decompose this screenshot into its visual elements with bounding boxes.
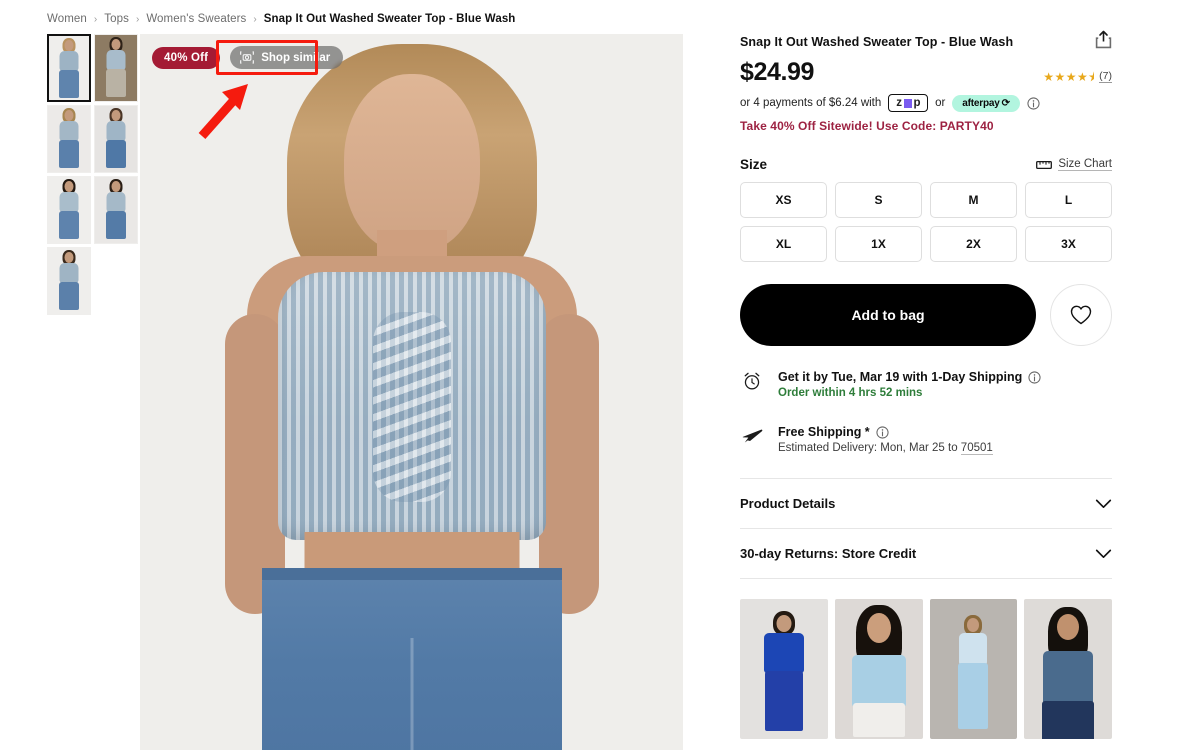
breadcrumb-item-womens-sweaters[interactable]: Women's Sweaters — [146, 13, 246, 25]
info-icon[interactable] — [876, 425, 889, 439]
ruler-icon — [1036, 160, 1053, 169]
price-row: $24.99 ★★★★⯨ (7) — [740, 58, 1112, 87]
chevron-down-icon — [1095, 549, 1112, 558]
shop-similar-overlay-button[interactable]: Shop similar — [230, 46, 344, 69]
airplane-icon — [740, 425, 764, 444]
afterpay-label: afterpay — [962, 97, 1000, 109]
accordion-label: 30-day Returns: Store Credit — [740, 546, 917, 561]
size-option-xs[interactable]: XS — [740, 182, 827, 218]
shop-similar-overlay-label: Shop similar — [261, 51, 331, 64]
payment-prefix-text: or 4 payments of $6.24 with — [740, 97, 882, 109]
shipping-item-delivery-date: Get it by Tue, Mar 19 with 1-Day Shippin… — [740, 370, 1112, 399]
annotation-arrow-icon — [198, 84, 248, 139]
add-to-bag-button[interactable]: Add to bag — [740, 284, 1036, 346]
accordion-returns[interactable]: 30-day Returns: Store Credit — [740, 528, 1112, 579]
similar-card-2[interactable] — [834, 599, 923, 739]
delivery-zip-code[interactable]: 70501 — [960, 442, 993, 455]
breadcrumb-item-women[interactable]: Women — [47, 13, 87, 25]
estimated-delivery: Estimated Delivery: Mon, Mar 25 to 70501 — [778, 442, 993, 455]
promo-message: Take 40% Off Sitewide! Use Code: PARTY40 — [740, 119, 994, 133]
zip-square-icon — [903, 98, 912, 108]
product-detail-page: Women › Tops › Women's Sweaters › Snap I… — [0, 0, 1200, 750]
estimated-delivery-text: Estimated Delivery: Mon, Mar 25 to — [778, 442, 961, 454]
size-chart-link[interactable]: Size Chart — [1036, 158, 1112, 171]
discount-badge: 40% Off — [152, 46, 221, 69]
gallery-thumbnail-1[interactable] — [47, 34, 91, 102]
accordion-list: Product Details 30-day Returns: Store Cr… — [740, 478, 1112, 579]
zip-letter-z: z — [896, 97, 902, 109]
cta-row: Add to bag — [740, 284, 1112, 346]
page-title: Snap It Out Washed Sweater Top - Blue Wa… — [740, 35, 1014, 49]
title-row: Snap It Out Washed Sweater Top - Blue Wa… — [740, 30, 1112, 54]
size-options-grid: XS S M L XL 1X 2X 3X — [740, 182, 1112, 262]
info-icon[interactable] — [1027, 96, 1040, 110]
camera-scan-icon — [240, 51, 255, 64]
shipping-headline: Get it by Tue, Mar 19 with 1-Day Shippin… — [778, 370, 1041, 384]
product-price: $24.99 — [740, 58, 815, 86]
chevron-down-icon — [1095, 499, 1112, 508]
payment-options-row: or 4 payments of $6.24 with z p or after… — [740, 94, 1112, 112]
review-count[interactable]: (7) — [1099, 70, 1112, 83]
shipping-item-free-shipping: Free Shipping * Estimated Delivery: Mon,… — [740, 425, 1112, 455]
size-option-l[interactable]: L — [1025, 182, 1112, 218]
size-option-3x[interactable]: 3X — [1025, 226, 1112, 262]
gallery-thumbnail-list — [47, 34, 139, 315]
accordion-product-details[interactable]: Product Details — [740, 478, 1112, 528]
share-button[interactable] — [1095, 30, 1112, 54]
gallery-thumbnail-7[interactable] — [47, 247, 91, 315]
size-option-1x[interactable]: 1X — [835, 226, 922, 262]
size-option-s[interactable]: S — [835, 182, 922, 218]
zip-letter-p: p — [913, 97, 921, 109]
gallery-thumbnail-6[interactable] — [94, 176, 138, 244]
breadcrumb: Women › Tops › Women's Sweaters › Snap I… — [47, 13, 515, 25]
order-within-countdown: Order within 4 hrs 52 mins — [778, 387, 923, 399]
alarm-clock-icon — [740, 370, 764, 391]
payment-or-text: or — [935, 97, 946, 109]
similar-card-4[interactable] — [1024, 599, 1112, 739]
breadcrumb-separator-icon: › — [253, 13, 257, 25]
wishlist-button[interactable] — [1050, 284, 1112, 346]
zip-payment-badge[interactable]: z p — [888, 94, 929, 112]
rating-block[interactable]: ★★★★⯨ (7) — [1043, 70, 1112, 83]
size-header: Size Size Chart — [740, 157, 1112, 172]
shipping-info-block: Get it by Tue, Mar 19 with 1-Day Shippin… — [740, 370, 1112, 455]
accordion-label: Product Details — [740, 496, 836, 511]
gallery-thumbnail-5[interactable] — [47, 176, 91, 244]
similar-card-1[interactable] — [740, 599, 828, 739]
gallery-thumbnail-4[interactable] — [94, 105, 138, 173]
free-shipping-headline: Free Shipping * — [778, 425, 993, 439]
size-chart-label: Size Chart — [1058, 158, 1112, 171]
breadcrumb-item-tops[interactable]: Tops — [104, 13, 129, 25]
product-photo-illustration — [197, 34, 627, 750]
free-shipping-text: Free Shipping * — [778, 425, 870, 439]
share-icon — [1095, 30, 1112, 49]
gallery-thumbnail-3[interactable] — [47, 105, 91, 173]
similar-styles-strip — [740, 599, 1112, 739]
star-rating-icon: ★★★★⯨ — [1043, 69, 1096, 84]
afterpay-payment-badge[interactable]: afterpay ⟳ — [952, 94, 1020, 112]
breadcrumb-separator-icon: › — [135, 13, 140, 25]
shipping-headline-text: Get it by Tue, Mar 19 with 1-Day Shippin… — [778, 370, 1023, 384]
size-option-m[interactable]: M — [930, 182, 1017, 218]
size-label: Size — [740, 157, 768, 172]
size-option-xl[interactable]: XL — [740, 226, 827, 262]
size-option-2x[interactable]: 2X — [930, 226, 1017, 262]
image-overlay-badges: 40% Off Shop similar — [152, 46, 344, 69]
product-detail-panel: Snap It Out Washed Sweater Top - Blue Wa… — [740, 30, 1112, 750]
similar-card-3[interactable] — [929, 599, 1018, 739]
afterpay-mark-icon: ⟳ — [1001, 97, 1010, 109]
breadcrumb-item-current: Snap It Out Washed Sweater Top - Blue Wa… — [263, 13, 516, 25]
breadcrumb-separator-icon: › — [93, 13, 98, 25]
heart-icon — [1070, 305, 1092, 325]
gallery-thumbnail-2[interactable] — [94, 34, 138, 102]
info-icon[interactable] — [1028, 370, 1041, 384]
main-product-image[interactable] — [140, 34, 683, 750]
